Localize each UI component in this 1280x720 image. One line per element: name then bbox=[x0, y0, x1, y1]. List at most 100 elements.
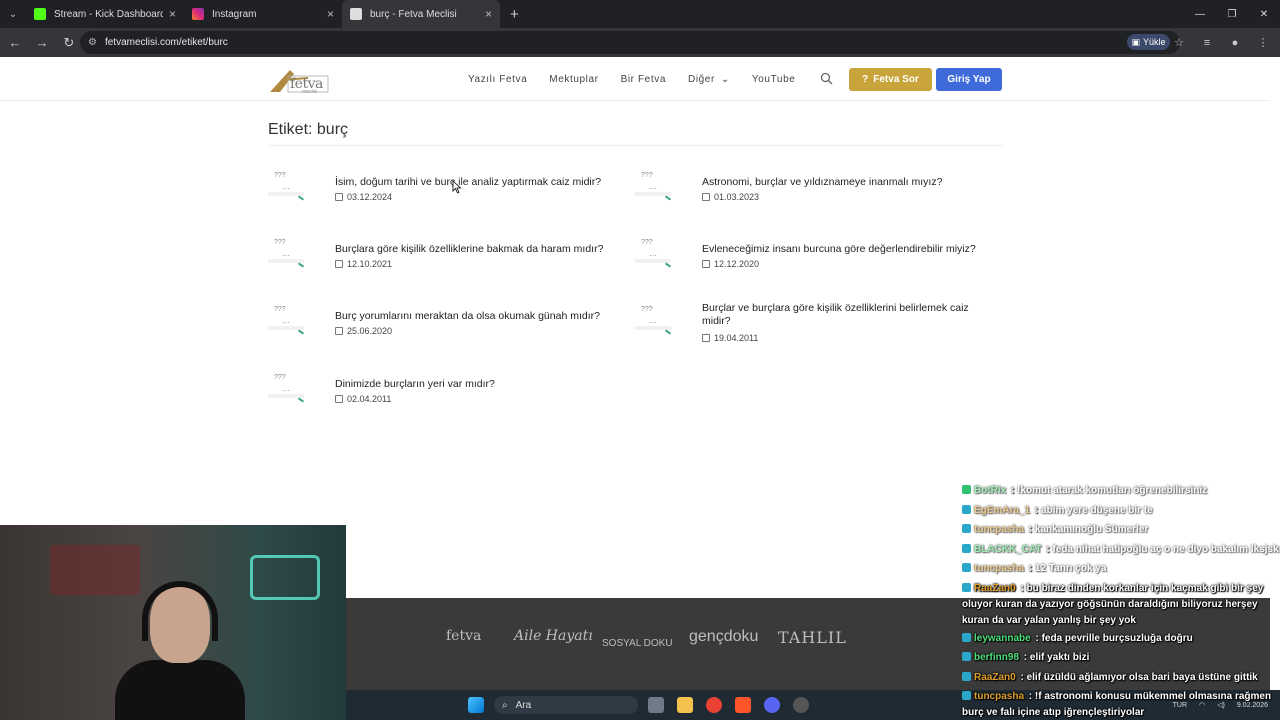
window-controls: — ❐ ✕ bbox=[1184, 0, 1280, 28]
chat-text: 12 Tanrı çok ya bbox=[1034, 563, 1107, 574]
chat-username: RaaZan0 bbox=[974, 582, 1016, 594]
task-view-icon[interactable] bbox=[648, 697, 664, 713]
stream-chat-overlay: BotRix : !komut atarak komutları öğreneb… bbox=[962, 481, 1280, 720]
back-icon[interactable]: ← bbox=[3, 31, 27, 55]
minimize-icon[interactable]: — bbox=[1184, 0, 1216, 28]
chat-text: kankamınoğlu Sümerler bbox=[1034, 524, 1149, 535]
post-thumbnail[interactable]: ??? ··· bbox=[635, 172, 691, 206]
forward-icon[interactable]: → bbox=[30, 31, 54, 55]
nav-diger-label: Diğer bbox=[688, 73, 715, 85]
tab-fetva[interactable]: burç - Fetva Meclisi × bbox=[342, 0, 500, 28]
chat-text: !komut atarak komutları öğrenebilirsiniz bbox=[1017, 485, 1208, 496]
chat-username: RaaZan0 bbox=[974, 671, 1016, 683]
close-tab-icon[interactable]: × bbox=[327, 7, 334, 21]
chat-text: abim yere düşene bir te bbox=[1041, 504, 1153, 516]
chat-badge-icon bbox=[962, 504, 971, 514]
nav-youtube[interactable]: YouTube bbox=[752, 74, 796, 85]
chat-username: berfinn98 bbox=[974, 652, 1020, 663]
post-thumbnail[interactable]: ??? ··· bbox=[635, 239, 691, 273]
browser-tab-bar: ⌄ Stream - Kick Dashboard × Instagram × … bbox=[0, 0, 1280, 28]
post-thumbnail[interactable]: ??? ··· bbox=[268, 172, 324, 206]
tab-instagram[interactable]: Instagram × bbox=[184, 0, 342, 28]
app-icon[interactable] bbox=[793, 697, 809, 713]
login-button[interactable]: Giriş Yap bbox=[936, 68, 1002, 91]
site-header: fetva meclisi Yazılı Fetva Mektuplar Bir… bbox=[0, 57, 1270, 101]
chat-username: tuncpasha bbox=[974, 524, 1025, 535]
chrome-icon[interactable] bbox=[706, 697, 722, 713]
close-tab-icon[interactable]: × bbox=[485, 7, 492, 21]
media-controls-icon[interactable]: ≡ bbox=[1196, 37, 1218, 49]
reload-icon[interactable]: ↻ bbox=[57, 31, 81, 55]
ask-fetva-label: Fetva Sor bbox=[873, 74, 919, 85]
thumb-placeholder: ??? bbox=[641, 239, 653, 246]
post-date-text: 12.12.2020 bbox=[714, 259, 760, 269]
mouse-cursor-icon bbox=[452, 180, 462, 194]
file-explorer-icon[interactable] bbox=[677, 697, 693, 713]
calendar-icon bbox=[335, 193, 343, 201]
address-bar[interactable]: ⚙ fetvameclisi.com/etiket/burc bbox=[80, 31, 1180, 54]
chat-username: BLACKK_CAT bbox=[974, 543, 1042, 555]
chat-badge-icon bbox=[962, 543, 971, 553]
upload-button[interactable]: ▣ Yükle bbox=[1127, 34, 1170, 50]
search-icon[interactable] bbox=[820, 72, 833, 85]
post-thumbnail[interactable]: ??? ··· bbox=[635, 306, 691, 340]
nav-yazili-fetva[interactable]: Yazılı Fetva bbox=[468, 74, 527, 85]
discord-icon[interactable] bbox=[764, 697, 780, 713]
chat-message: tuncpasha : kankamınoğlu Sümerler bbox=[962, 520, 1280, 540]
chat-separator: : bbox=[1026, 563, 1035, 574]
tab-search-chevron-icon[interactable]: ⌄ bbox=[0, 0, 26, 28]
post-date: 12.12.2020 bbox=[702, 259, 759, 269]
post-title[interactable]: Evleneceğimiz insanı burcuna göre değerl… bbox=[702, 243, 992, 256]
windows-start-icon[interactable] bbox=[468, 697, 484, 713]
question-circle-icon: ? bbox=[862, 74, 869, 85]
close-window-icon[interactable]: ✕ bbox=[1248, 0, 1280, 28]
post-thumbnail[interactable]: ??? ··· bbox=[268, 374, 324, 408]
profile-avatar-icon[interactable]: ● bbox=[1224, 37, 1246, 49]
chat-text: feda pevrille burçsuzluğa doğru bbox=[1041, 632, 1193, 644]
chat-separator: : bbox=[1032, 504, 1042, 516]
tab-kick[interactable]: Stream - Kick Dashboard × bbox=[26, 0, 184, 28]
footer-logo-gencdoku[interactable]: gençdoku bbox=[689, 628, 758, 646]
chat-text: elif yaktı bizi bbox=[1029, 652, 1090, 663]
footer-logo-fetva[interactable]: fetva bbox=[446, 628, 481, 644]
post-date-text: 19.04.2011 bbox=[714, 333, 759, 343]
chat-badge-icon bbox=[962, 691, 971, 700]
ask-fetva-button[interactable]: ? Fetva Sor bbox=[849, 68, 932, 91]
main-nav: Yazılı Fetva Mektuplar Bir Fetva Diğer ⌄ … bbox=[468, 57, 817, 101]
close-tab-icon[interactable]: × bbox=[169, 7, 176, 21]
calendar-icon bbox=[335, 395, 343, 403]
chat-message: RaaZan0 : bu biraz dinden korkanlar için… bbox=[962, 579, 1280, 629]
url-text: fetvameclisi.com/etiket/burc bbox=[104, 37, 228, 48]
logo-subtext: meclisi bbox=[302, 89, 318, 95]
nav-mektuplar[interactable]: Mektuplar bbox=[549, 74, 598, 85]
chat-badge-icon bbox=[962, 671, 971, 681]
restore-icon[interactable]: ❐ bbox=[1216, 0, 1248, 28]
post-title[interactable]: Astronomi, burçlar ve yıldıznameye inanm… bbox=[702, 176, 992, 189]
bookmark-star-icon[interactable]: ☆ bbox=[1168, 36, 1190, 49]
chat-message: EgEmAra_1 : abim yere düşene bir te bbox=[962, 501, 1280, 521]
chat-badge-icon bbox=[962, 652, 971, 661]
chat-badge-icon bbox=[962, 563, 971, 572]
thumb-accent bbox=[664, 262, 672, 268]
webcam-poster bbox=[50, 545, 140, 595]
footer-logo-aile-hayati[interactable]: Aile Hayatı bbox=[514, 628, 593, 644]
nav-diger[interactable]: Diğer ⌄ bbox=[688, 74, 730, 85]
new-tab-button[interactable]: + bbox=[510, 6, 519, 23]
post-thumbnail[interactable]: ??? ··· bbox=[268, 239, 324, 273]
taskbar-search[interactable]: ⌕ Ara bbox=[494, 696, 638, 714]
site-logo[interactable]: fetva meclisi bbox=[268, 64, 330, 95]
brave-icon[interactable] bbox=[735, 697, 751, 713]
post-title[interactable]: Burç yorumlarını meraktan da olsa okumak… bbox=[335, 310, 625, 323]
site-info-icon[interactable]: ⚙ bbox=[88, 37, 97, 48]
nav-bir-fetva[interactable]: Bir Fetva bbox=[621, 74, 666, 85]
footer-logo-sosyal-doku[interactable]: SOSYAL DOKU bbox=[602, 638, 673, 649]
post-title[interactable]: İsim, doğum tarihi ve burç ile analiz ya… bbox=[335, 176, 625, 189]
post-title[interactable]: Burçlara göre kişilik özelliklerine bakm… bbox=[335, 243, 625, 256]
browser-menu-icon[interactable]: ⋮ bbox=[1252, 36, 1274, 49]
instagram-favicon-icon bbox=[192, 8, 204, 20]
calendar-icon bbox=[702, 193, 710, 201]
post-title[interactable]: Dinimizde burçların yeri var mıdır? bbox=[335, 378, 625, 391]
post-title[interactable]: Burçlar ve burçlara göre kişilik özellik… bbox=[702, 302, 992, 328]
footer-logo-tahlil[interactable]: TAHLIL bbox=[778, 628, 847, 647]
post-thumbnail[interactable]: ??? ··· bbox=[268, 306, 324, 340]
